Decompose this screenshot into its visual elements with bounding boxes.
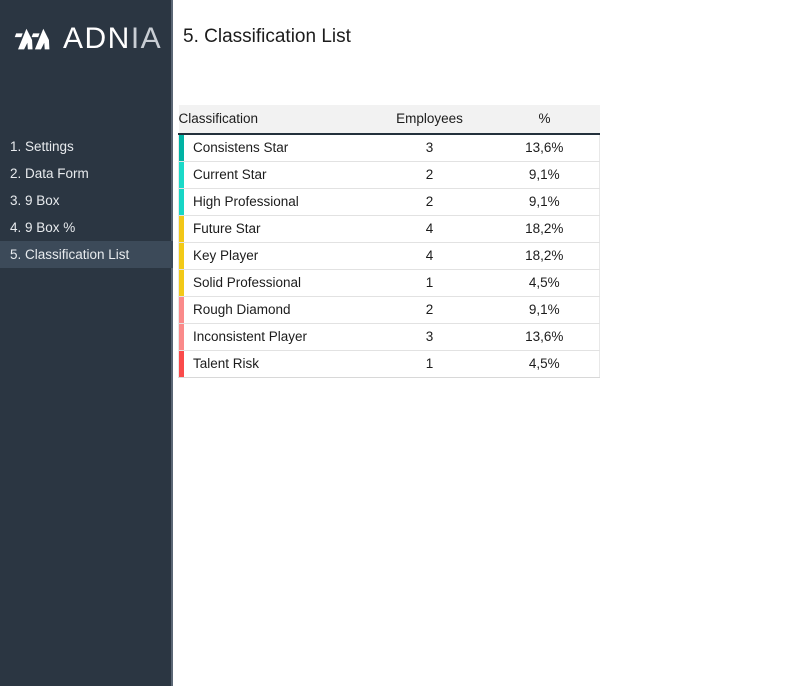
classification-label: Solid Professional [193, 275, 302, 290]
category-color-swatch [179, 350, 184, 377]
column-header-percent: % [489, 105, 600, 135]
sidebar-item-label: 2. Data Form [10, 166, 89, 181]
sidebar-item-label: 4. 9 Box % [10, 220, 76, 235]
cell-employees: 3 [369, 134, 490, 162]
table-row[interactable]: Consistens Star 3 13,6% [178, 134, 600, 162]
classification-label: Consistens Star [193, 140, 289, 156]
brand-name-strong: ADN [63, 22, 131, 55]
cell-employees: 3 [369, 323, 490, 351]
classification-label: Current Star [193, 167, 267, 182]
cell-employees: 2 [369, 188, 490, 216]
cell-classification: Solid Professional [178, 269, 370, 297]
sidebar-item-settings[interactable]: 1. Settings [0, 133, 173, 160]
main-content: 5. Classification List Classification Em… [173, 0, 800, 686]
adnia-monogram-icon [14, 28, 50, 50]
brand-name-light: IA [130, 22, 163, 55]
cell-employees: 2 [369, 296, 490, 324]
cell-employees: 2 [369, 161, 490, 189]
cell-classification: Rough Diamond [178, 296, 370, 324]
cell-employees: 1 [369, 269, 490, 297]
cell-classification: Talent Risk [178, 350, 370, 378]
table-row[interactable]: Talent Risk 1 4,5% [178, 350, 600, 378]
cell-percent: 18,2% [489, 215, 600, 243]
brand-logo: ADNIA [0, 0, 171, 54]
cell-classification: Future Star [178, 215, 370, 243]
cell-percent: 13,6% [489, 323, 600, 351]
table-header-row: Classification Employees % [178, 105, 600, 135]
sidebar-nav: 1. Settings 2. Data Form 3. 9 Box 4. 9 B… [0, 133, 173, 268]
category-color-swatch [179, 135, 184, 161]
cell-classification: Current Star [178, 161, 370, 189]
classification-label: Future Star [193, 221, 261, 236]
cell-percent: 9,1% [489, 296, 600, 324]
sidebar-item-label: 1. Settings [10, 139, 74, 154]
cell-classification: High Professional [178, 188, 370, 216]
cell-classification: Consistens Star [178, 134, 370, 162]
sidebar-item-9-box[interactable]: 3. 9 Box [0, 187, 173, 214]
classification-label: High Professional [193, 194, 299, 209]
category-color-swatch [179, 269, 184, 296]
cell-percent: 4,5% [489, 269, 600, 297]
sidebar-item-9-box-percent[interactable]: 4. 9 Box % [0, 214, 173, 241]
cell-classification: Key Player [178, 242, 370, 270]
cell-percent: 13,6% [489, 134, 600, 162]
sidebar-item-label: 3. 9 Box [10, 193, 60, 208]
table-row[interactable]: Current Star 2 9,1% [178, 161, 600, 189]
cell-percent: 9,1% [489, 161, 600, 189]
page-title: 5. Classification List [183, 26, 351, 47]
classification-label: Inconsistent Player [193, 329, 308, 344]
classification-table-container: Classification Employees % Consistens St… [178, 105, 600, 378]
table-row[interactable]: High Professional 2 9,1% [178, 188, 600, 216]
column-header-employees: Employees [369, 105, 490, 135]
cell-percent: 9,1% [489, 188, 600, 216]
classification-label: Rough Diamond [193, 302, 291, 317]
classification-label: Key Player [193, 248, 259, 263]
cell-percent: 18,2% [489, 242, 600, 270]
category-color-swatch [179, 215, 184, 242]
table-row[interactable]: Future Star 4 18,2% [178, 215, 600, 243]
table-header: Classification Employees % [178, 105, 600, 135]
classification-table: Classification Employees % Consistens St… [178, 105, 600, 378]
classification-label: Talent Risk [193, 356, 260, 371]
table-row[interactable]: Solid Professional 1 4,5% [178, 269, 600, 297]
sidebar-item-classification-list[interactable]: 5. Classification List [0, 241, 173, 268]
cell-employees: 4 [369, 215, 490, 243]
brand-name: ADNIA [63, 24, 162, 54]
category-color-swatch [179, 161, 184, 188]
table-body: Consistens Star 3 13,6% Current Star 2 9… [178, 134, 600, 378]
category-color-swatch [179, 242, 184, 269]
sidebar-item-label: 5. Classification List [10, 247, 130, 262]
sidebar: ADNIA 1. Settings 2. Data Form 3. 9 Box … [0, 0, 173, 686]
category-color-swatch [179, 323, 184, 350]
category-color-swatch [179, 296, 184, 323]
table-row[interactable]: Inconsistent Player 3 13,6% [178, 323, 600, 351]
cell-employees: 1 [369, 350, 490, 378]
table-row[interactable]: Key Player 4 18,2% [178, 242, 600, 270]
cell-classification: Inconsistent Player [178, 323, 370, 351]
category-color-swatch [179, 188, 184, 215]
cell-percent: 4,5% [489, 350, 600, 378]
sidebar-item-data-form[interactable]: 2. Data Form [0, 160, 173, 187]
table-row[interactable]: Rough Diamond 2 9,1% [178, 296, 600, 324]
column-header-classification: Classification [178, 105, 370, 135]
cell-employees: 4 [369, 242, 490, 270]
